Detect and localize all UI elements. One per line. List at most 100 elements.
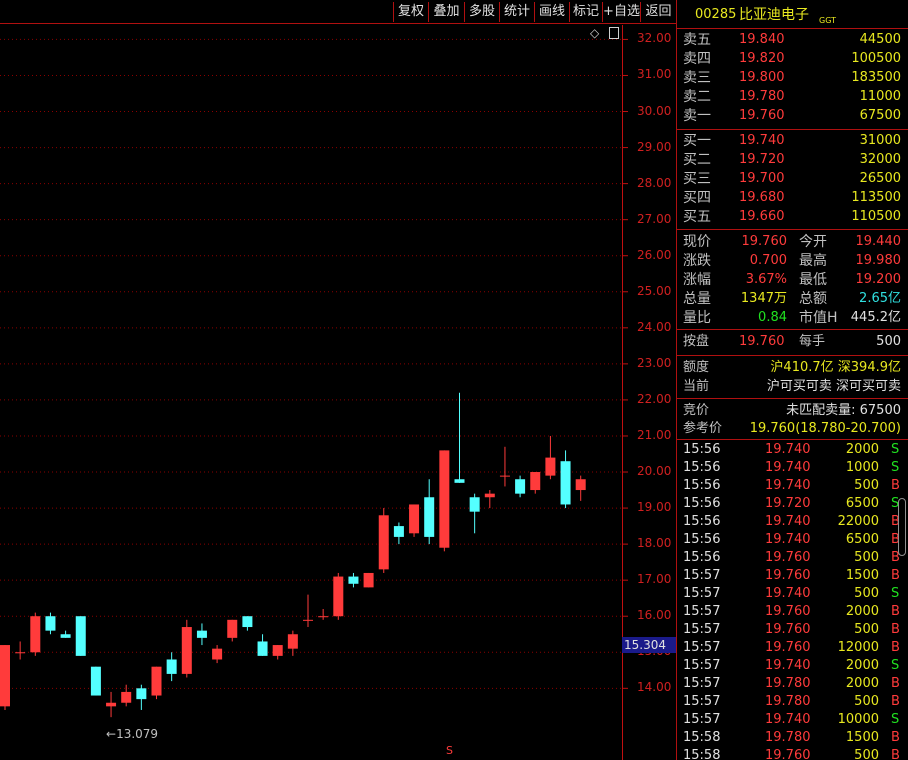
tick-side: S [891, 442, 900, 457]
panel-toggle-icon[interactable] [609, 27, 619, 39]
tick-price: 19.740 [765, 658, 811, 673]
candle-body-up [318, 616, 329, 618]
bid-row: 买三 19.700 26500 [677, 170, 908, 188]
tick-volume: 500 [854, 748, 879, 760]
bid-level-label: 买四 [683, 190, 711, 206]
tick-time: 15:57 [683, 604, 721, 619]
candle-body-up [151, 666, 162, 696]
quote-label: 涨跌 [683, 253, 711, 269]
bid-level-label: 买五 [683, 209, 711, 225]
tick-time: 15:58 [683, 730, 721, 745]
tick-time: 15:57 [683, 676, 721, 691]
diamond-icon[interactable]: ◇ [590, 26, 599, 40]
tick-time: 15:57 [683, 694, 721, 709]
quote-label: 量比 [683, 310, 711, 326]
tick-volume: 2000 [845, 676, 879, 691]
tick-price: 19.740 [765, 514, 811, 529]
add-favorite-button[interactable]: +自选 [602, 2, 640, 22]
tick-time: 15:56 [683, 460, 721, 475]
back-button[interactable]: 返回 [640, 2, 676, 22]
ask-row: 卖一 19.760 67500 [677, 107, 908, 125]
tick-row: 15:57 19.780 2000 B [677, 675, 908, 693]
tick-side: B [891, 748, 900, 760]
tick-volume: 500 [854, 694, 879, 709]
current-value: 沪可买可卖 深可买可卖 [766, 379, 901, 394]
reference-price-row: 参考价 19.760(18.780-20.700) [677, 420, 908, 438]
candle-body-up [545, 457, 556, 476]
tick-row: 15:57 19.760 500 B [677, 621, 908, 639]
ask-row: 卖五 19.840 44500 [677, 31, 908, 49]
quota-row: 额度 沪410.7亿 深394.9亿 [677, 359, 908, 377]
stock-name: 比亚迪电子 [739, 7, 809, 23]
tick-side: B [891, 604, 900, 619]
tick-time: 15:56 [683, 550, 721, 565]
chart-toolbar: 复权 叠加 多股 统计 画线 标记 +自选 返回 [0, 0, 676, 24]
candle-body-up [499, 475, 510, 477]
price-tick-label: 25.00 [637, 283, 672, 298]
divider [677, 329, 908, 330]
price-tick-label: 18.00 [637, 536, 672, 551]
bid-level-label: 买二 [683, 152, 711, 168]
tick-price: 19.780 [765, 676, 811, 691]
tick-volume: 6500 [845, 532, 879, 547]
ask-level-label: 卖四 [683, 51, 711, 67]
bid-price: 19.720 [739, 152, 785, 167]
tick-row: 15:57 19.760 12000 B [677, 639, 908, 657]
candle-body-down [136, 688, 147, 700]
tick-row: 15:57 19.780 500 B [677, 693, 908, 711]
tick-side: B [891, 622, 900, 637]
overlay-button[interactable]: 叠加 [428, 2, 464, 22]
tick-price: 19.760 [765, 622, 811, 637]
bid-volume: 110500 [851, 209, 901, 224]
current-label: 当前 [683, 379, 710, 394]
closing-value: 19.760 [739, 334, 785, 349]
ask-price: 19.800 [739, 70, 785, 85]
price-tick-label: 22.00 [637, 391, 672, 406]
statistics-button[interactable]: 统计 [499, 2, 534, 22]
auction-label: 竞价 [683, 403, 710, 418]
tick-row: 15:57 19.740 500 S [677, 585, 908, 603]
quote-label: 最高 [799, 253, 827, 269]
divider [677, 398, 908, 399]
tick-row: 15:58 19.760 500 B [677, 747, 908, 760]
candle-body-down [166, 659, 177, 674]
tick-price: 19.760 [765, 748, 811, 760]
ask-price: 19.820 [739, 51, 785, 66]
tick-row: 15:56 19.740 6500 B [677, 531, 908, 549]
tick-row: 15:57 19.740 2000 S [677, 657, 908, 675]
low-price-value: 13.079 [116, 727, 159, 741]
tick-side: B [891, 478, 900, 493]
tick-scrollbar[interactable] [898, 498, 906, 556]
quote-label: 市值H [799, 310, 838, 326]
tick-volume: 500 [854, 550, 879, 565]
tick-price: 19.760 [765, 550, 811, 565]
quote-value: 19.980 [855, 253, 902, 268]
draw-line-button[interactable]: 画线 [534, 2, 569, 22]
tick-price: 19.720 [765, 496, 811, 511]
divider [677, 229, 908, 230]
kline-canvas[interactable] [0, 25, 676, 760]
tick-volume: 1000 [845, 460, 879, 475]
quote-value: 1347万 [740, 291, 787, 306]
restore-rights-button[interactable]: 复权 [393, 2, 428, 22]
bid-row: 买二 19.720 32000 [677, 151, 908, 169]
quote-value: 3.67% [745, 272, 787, 287]
tick-time: 15:58 [683, 748, 721, 760]
quote-label: 总额 [799, 291, 827, 307]
bid-volume: 31000 [859, 133, 901, 148]
quote-label: 今开 [799, 234, 827, 250]
quote-value: 0.84 [758, 310, 787, 325]
price-tick-label: 24.00 [637, 319, 672, 334]
kline-chart[interactable]: 32.00 31.00 30.00 29.00 28.00 27.00 26.00 25.00… [0, 25, 676, 760]
divider [677, 28, 908, 29]
multi-stock-button[interactable]: 多股 [464, 2, 499, 22]
tick-row: 15:57 19.740 10000 S [677, 711, 908, 729]
tick-time: 15:56 [683, 478, 721, 493]
tick-row: 15:56 19.740 22000 B [677, 513, 908, 531]
bid-price: 19.680 [739, 190, 785, 205]
candle-body-up [287, 634, 298, 649]
candle-body-down [454, 479, 465, 483]
mark-button[interactable]: 标记 [569, 2, 602, 22]
low-price-marker: ←13.079 [106, 727, 159, 741]
quota-value: 沪410.7亿 深394.9亿 [770, 360, 901, 375]
